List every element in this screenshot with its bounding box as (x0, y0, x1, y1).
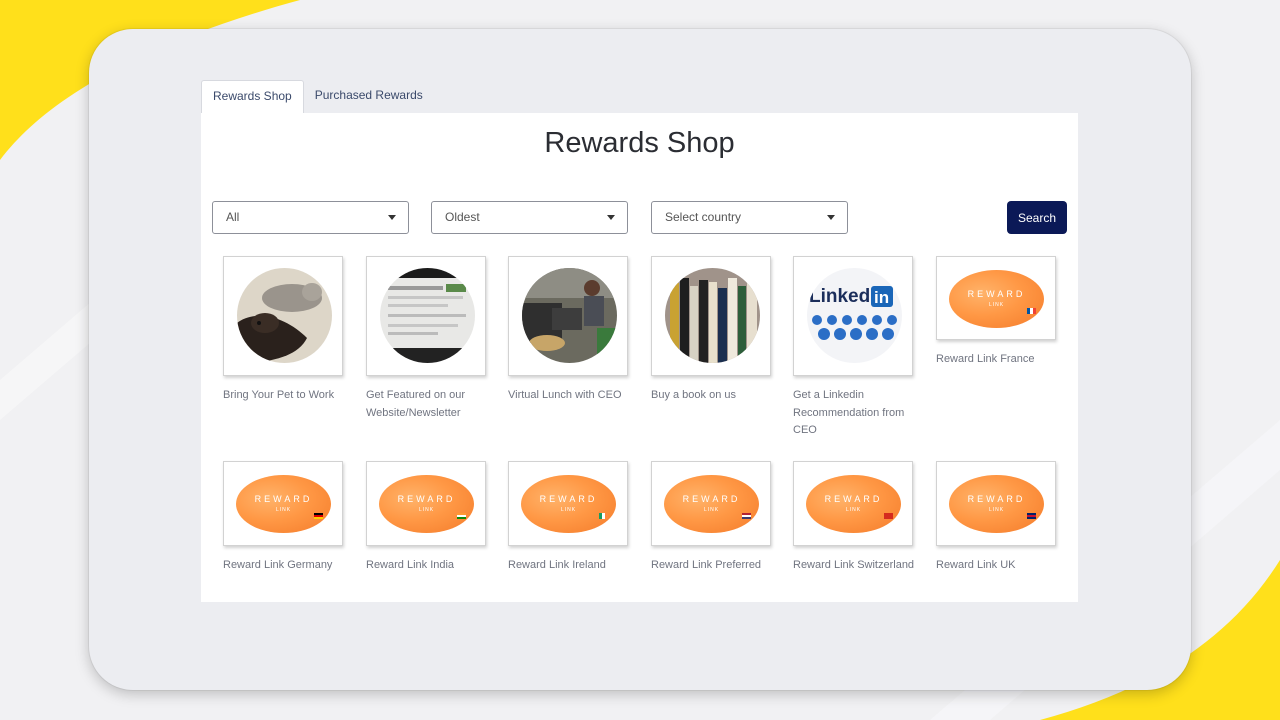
sort-select-value: Oldest (445, 210, 480, 224)
reward-card-lunch[interactable]: Virtual Lunch with CEO (508, 256, 638, 405)
chevron-down-icon (827, 215, 835, 220)
tab-purchased-rewards[interactable]: Purchased Rewards (304, 80, 434, 113)
reward-name: Reward Link Germany (223, 559, 333, 571)
reward-thumbnail[interactable] (366, 256, 486, 376)
reward-name: Reward Link France (936, 353, 1035, 365)
chevron-down-icon (388, 215, 396, 220)
reward-thumbnail[interactable]: REWARD LINK (223, 461, 343, 546)
reward-name: Reward Link Switzerland (793, 559, 915, 571)
reward-name: Reward Link UK (936, 559, 1016, 571)
category-select[interactable]: All (212, 201, 409, 234)
reward-name: Buy a book on us (651, 389, 737, 401)
reward-thumbnail[interactable]: REWARD LINK (793, 461, 913, 546)
reward-name: Reward Link Ireland (508, 559, 606, 571)
tab-bar: Rewards Shop Purchased Rewards (201, 80, 434, 114)
page-title: Rewards Shop (544, 127, 735, 159)
reward-card-featured[interactable]: Get Featured on our Website/Newsletter (366, 256, 496, 422)
reward-link-card-image: REWARD LINK (949, 270, 1044, 328)
reward-name: Virtual Lunch with CEO (508, 389, 622, 401)
usa-flag-icon (742, 513, 751, 519)
website-photo-image (380, 268, 475, 363)
reward-thumbnail[interactable]: REWARD LINK (936, 256, 1056, 340)
reward-card-germany[interactable]: REWARD LINK Reward Link Germany (223, 461, 353, 575)
reward-thumbnail[interactable]: REWARD LINK (508, 461, 628, 546)
reward-name: Get Featured on our Website/Newsletter (366, 389, 466, 419)
reward-word: REWARD (967, 289, 1026, 299)
germany-flag-icon (314, 513, 323, 519)
reward-card-book[interactable]: Buy a book on us (651, 256, 781, 405)
country-select[interactable]: Select country (651, 201, 848, 234)
reward-card-switzerland[interactable]: REWARD LINK Reward Link Switzerland (793, 461, 923, 575)
linkedin-word: Linked (809, 286, 870, 307)
india-flag-icon (457, 513, 466, 519)
reward-thumbnail[interactable]: REWARD LINK (936, 461, 1056, 546)
reward-thumbnail[interactable] (651, 256, 771, 376)
reward-link-card-image: REWARD LINK (379, 475, 474, 533)
reward-card-india[interactable]: REWARD LINK Reward Link India (366, 461, 496, 575)
books-photo-image (665, 268, 760, 363)
country-select-placeholder: Select country (665, 210, 742, 224)
reward-card-pet[interactable]: Bring Your Pet to Work (223, 256, 353, 405)
reward-link-card-image: REWARD LINK (521, 475, 616, 533)
uk-flag-icon (1027, 513, 1036, 519)
reward-link-card-image: REWARD LINK (806, 475, 901, 533)
chevron-down-icon (607, 215, 615, 220)
lunch-photo-image (522, 268, 617, 363)
reward-card-uk[interactable]: REWARD LINK Reward Link UK (936, 461, 1066, 575)
linkedin-logo-image: Linked in (807, 268, 902, 363)
france-flag-icon (1027, 308, 1036, 314)
reward-card-ireland[interactable]: REWARD LINK Reward Link Ireland (508, 461, 638, 575)
reward-word: REWARD (967, 494, 1026, 504)
linkedin-in: in (874, 288, 889, 307)
reward-link-card-image: REWARD LINK (949, 475, 1044, 533)
ireland-flag-icon (599, 513, 608, 519)
reward-word: REWARD (254, 494, 313, 504)
rewards-panel: Rewards Shop All Oldest Select country S… (201, 113, 1078, 602)
pet-photo-image (237, 268, 332, 363)
reward-word: REWARD (824, 494, 883, 504)
reward-link-card-image: REWARD LINK (664, 475, 759, 533)
reward-thumbnail[interactable] (508, 256, 628, 376)
switzerland-flag-icon (884, 513, 893, 519)
reward-name: Reward Link Preferred (651, 559, 762, 571)
reward-card-preferred[interactable]: REWARD LINK Reward Link Preferred (651, 461, 781, 575)
reward-word: REWARD (682, 494, 741, 504)
tab-rewards-shop[interactable]: Rewards Shop (201, 80, 304, 114)
category-select-value: All (226, 210, 240, 224)
reward-thumbnail[interactable]: REWARD LINK (651, 461, 771, 546)
reward-thumbnail[interactable]: REWARD LINK (366, 461, 486, 546)
sort-select[interactable]: Oldest (431, 201, 628, 234)
reward-word: REWARD (539, 494, 598, 504)
reward-name: Bring Your Pet to Work (223, 389, 335, 401)
reward-card-france[interactable]: REWARD LINK Reward Link France (936, 256, 1066, 369)
search-button[interactable]: Search (1007, 201, 1067, 234)
reward-link-card-image: REWARD LINK (236, 475, 331, 533)
reward-thumbnail[interactable]: Linked in (793, 256, 913, 376)
reward-name: Reward Link India (366, 559, 455, 571)
reward-thumbnail[interactable] (223, 256, 343, 376)
reward-card-linkedin[interactable]: Linked in Get a Linkedin Recommendation … (793, 256, 923, 440)
reward-word: REWARD (397, 494, 456, 504)
reward-name: Get a Linkedin Recommendation from CEO (793, 389, 905, 436)
